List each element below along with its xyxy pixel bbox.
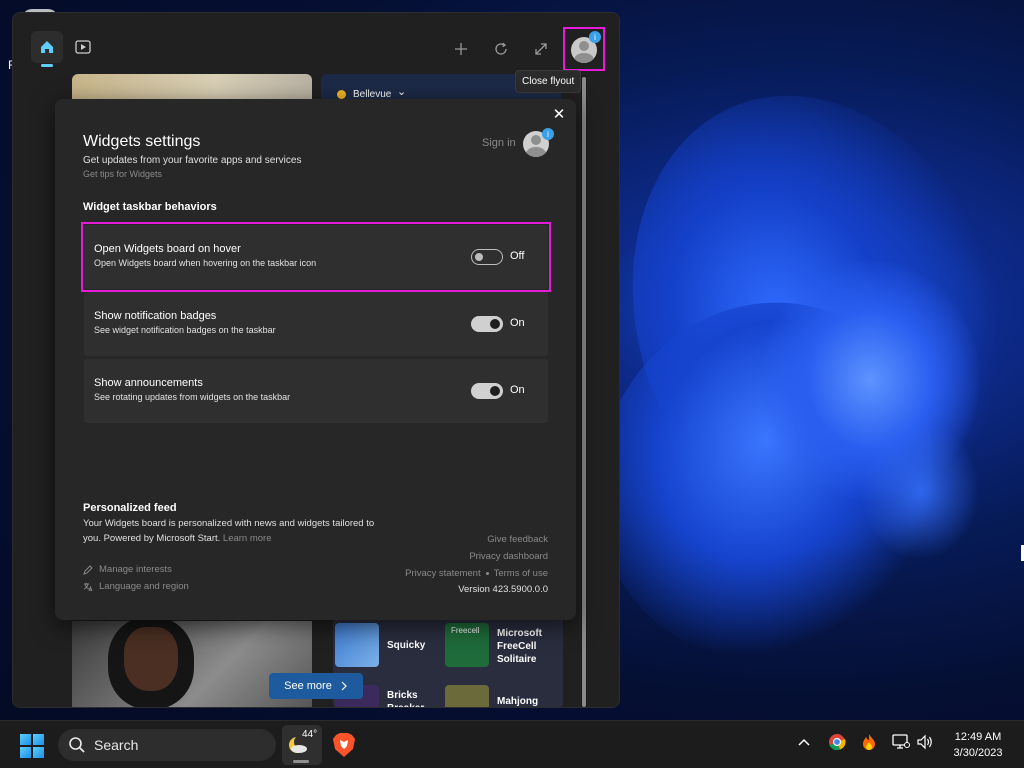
game-tile-squicky[interactable] [335,623,379,667]
close-flyout-tooltip: Close flyout [515,70,582,93]
sun-icon [337,90,346,99]
widgets-settings-panel: ✕ Widgets settings Get updates from your… [55,99,576,620]
privacy-statement-link[interactable]: Privacy statement [405,568,481,579]
clock-date: 3/30/2023 [953,747,1003,759]
announcements-toggle[interactable] [471,383,503,399]
games-widget: Squicky Freecell Microsoft FreeCell Soli… [333,619,563,707]
chevron-down-icon[interactable]: ⌄ [397,85,406,98]
start-button[interactable] [20,734,44,758]
volume-icon[interactable] [916,734,934,753]
profile-button[interactable]: i [563,27,605,71]
terms-of-use-link[interactable]: Terms of use [494,568,548,579]
chrome-icon[interactable] [828,733,846,754]
taskbar: Search 44° 12:49 AM 3/30/2023 [0,720,1024,768]
setting-row-badges: Show notification badges See widget noti… [84,292,548,356]
expand-button[interactable] [525,33,557,65]
chevron-right-icon [341,681,347,691]
refresh-icon [495,42,507,55]
version-label: Version 423.5900.0.0 [458,584,548,595]
taskbar-search[interactable]: Search [58,729,276,761]
video-button[interactable] [67,31,99,63]
see-more-label: See more [284,680,332,692]
language-region-link[interactable]: Language and region [83,581,189,592]
flame-icon[interactable] [861,733,877,754]
scrollbar[interactable] [581,75,587,707]
refresh-button[interactable] [485,33,517,65]
video-icon [75,40,91,54]
tips-link[interactable]: Get tips for Widgets [83,169,162,179]
manage-interests-label: Manage interests [99,564,172,575]
privacy-dashboard-link[interactable]: Privacy dashboard [469,551,548,562]
wallpaper-bloom [860,420,980,560]
taskbar-clock[interactable]: 12:49 AM 3/30/2023 [936,729,1020,761]
language-region-label: Language and region [99,581,189,592]
see-more-button[interactable]: See more [269,673,363,699]
game-label[interactable]: Squicky [387,639,425,652]
expand-icon [535,43,547,55]
game-tile-freecell[interactable]: Freecell [445,623,489,667]
game-label[interactable]: Mahjong [497,695,538,707]
game-label[interactable]: Microsoft FreeCell Solitaire [497,627,557,666]
sign-in-link[interactable]: Sign in [482,137,516,149]
hover-toggle[interactable] [471,249,503,265]
game-tile-text: Freecell [451,626,480,635]
toggle-state-label: On [510,317,525,329]
widgets-taskbar-button[interactable]: 44° [282,725,322,765]
search-icon [69,737,85,753]
game-tile-mahjong[interactable] [445,685,489,707]
language-icon [83,582,93,591]
scrollbar-thumb[interactable] [582,77,586,707]
info-badge-icon: i [542,128,554,140]
learn-more-link[interactable]: Learn more [223,533,272,544]
setting-description: See widget notification badges on the ta… [94,325,276,335]
clock-time: 12:49 AM [954,731,1002,743]
home-button[interactable] [31,31,63,67]
setting-description: Open Widgets board when hovering on the … [94,258,317,268]
search-label: Search [94,737,139,753]
pencil-icon [83,564,93,575]
weather-temp: 44° [302,729,318,740]
give-feedback-link[interactable]: Give feedback [487,534,548,545]
brave-icon [333,733,355,757]
section-title: Widget taskbar behaviors [83,201,217,213]
manage-interests-link[interactable]: Manage interests [83,564,172,575]
setting-title: Show notification badges [94,310,217,322]
badges-toggle[interactable] [471,316,503,332]
add-widget-button[interactable] [445,33,477,65]
plus-icon [455,43,467,55]
setting-row-announcements: Show announcements See rotating updates … [84,359,548,423]
chevron-up-icon[interactable] [797,735,811,750]
feed-title: Personalized feed [83,502,177,514]
legal-links: Privacy statement Terms of use [405,568,548,579]
page-title: Widgets settings [83,133,201,150]
game-label[interactable]: Bricks Breaker [387,689,427,707]
info-badge-icon: i [589,31,601,43]
setting-title: Show announcements [94,377,203,389]
toggle-state-label: Off [510,250,525,262]
board-toolbar: i [13,13,619,75]
brave-browser-button[interactable] [330,731,358,759]
home-icon [41,41,53,53]
setting-row-hover: Open Widgets board on hover Open Widgets… [84,225,548,289]
close-icon[interactable]: ✕ [550,105,568,123]
feed-description: Your Widgets board is personalized with … [83,516,383,546]
setting-title: Open Widgets board on hover [94,243,241,255]
settings-subtitle: Get updates from your favorite apps and … [83,155,302,166]
setting-description: See rotating updates from widgets on the… [94,392,291,402]
network-icon[interactable] [892,734,910,753]
toggle-state-label: On [510,384,525,396]
